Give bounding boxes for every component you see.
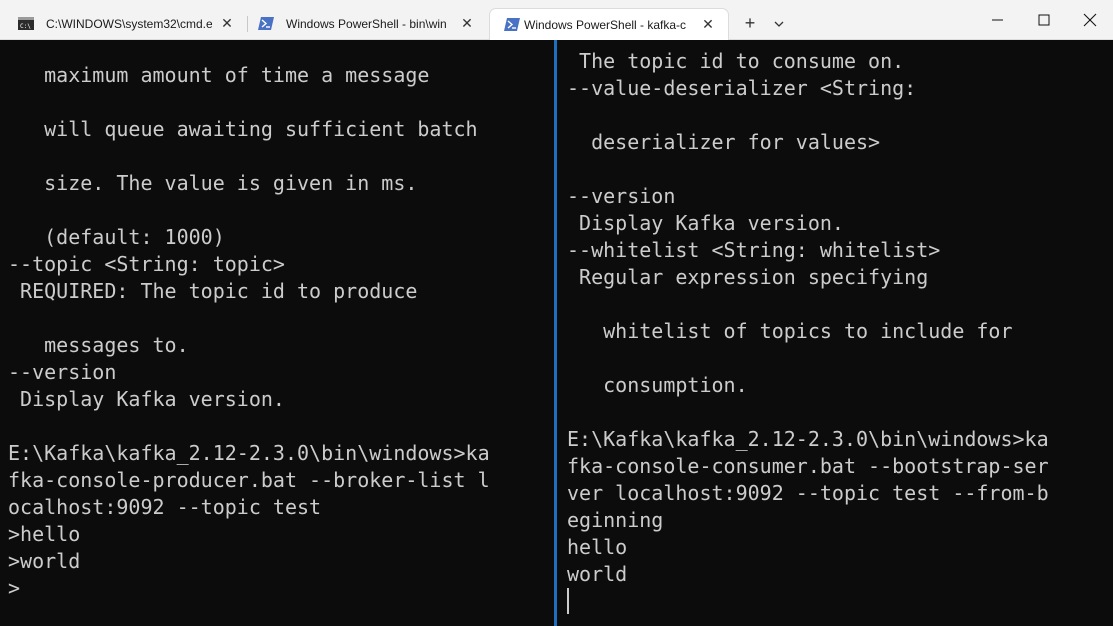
- new-tab-button[interactable]: +: [740, 14, 760, 34]
- chevron-down-icon[interactable]: [771, 16, 787, 32]
- terminal-line: ver localhost:9092 --topic test --from-b: [567, 481, 1049, 505]
- terminal-line: REQUIRED: The topic id to produce: [8, 279, 418, 303]
- close-tab-icon[interactable]: ✕: [458, 14, 476, 32]
- close-window-icon[interactable]: [1080, 10, 1100, 30]
- terminal-line: consumption.: [567, 373, 748, 397]
- cmd-icon: C:\: [18, 17, 34, 30]
- terminal-line: (default: 1000): [8, 225, 225, 249]
- tab-powershell-bin[interactable]: Windows PowerShell - bin\win ✕: [244, 8, 484, 40]
- tab-cmd[interactable]: C:\ C:\WINDOWS\system32\cmd.e ✕: [4, 8, 244, 40]
- terminal-line: E:\Kafka\kafka_2.12-2.3.0\bin\windows>ka: [8, 441, 490, 465]
- terminal-line: --version: [8, 360, 117, 384]
- tab-title: Windows PowerShell - bin\win: [286, 17, 447, 31]
- terminal-line: ocalhost:9092 --topic test: [8, 495, 322, 519]
- terminal-line: Display Kafka version.: [567, 211, 844, 235]
- terminal-line: --whitelist <String: whitelist>: [567, 238, 941, 262]
- close-tab-icon[interactable]: ✕: [218, 14, 236, 32]
- terminal-line: world: [567, 562, 628, 586]
- title-bar: C:\ C:\WINDOWS\system32\cmd.e ✕ Windows …: [0, 0, 1113, 40]
- terminal-line: deserializer for values>: [567, 130, 881, 154]
- close-tab-icon[interactable]: ✕: [699, 15, 717, 33]
- terminal-line: fka-console-producer.bat --broker-list l: [8, 468, 490, 492]
- terminal-line: >world: [8, 549, 81, 573]
- terminal-output: maximum amount of time a message will qu…: [8, 40, 490, 602]
- terminal-line: whitelist of topics to include for: [567, 319, 1013, 343]
- minimize-icon[interactable]: [988, 10, 1008, 30]
- terminal-pane-consumer[interactable]: The topic id to consume on. --value-dese…: [559, 40, 1113, 626]
- terminal-line: The topic id to consume on.: [567, 49, 905, 73]
- terminal-line: hello: [567, 535, 628, 559]
- terminal-line: will queue awaiting sufficient batch: [8, 117, 478, 141]
- terminal-line: size. The value is given in ms.: [8, 171, 418, 195]
- tab-title: Windows PowerShell - kafka-c: [524, 18, 687, 32]
- terminal-line: >hello: [8, 522, 81, 546]
- svg-text:C:\: C:\: [20, 23, 31, 30]
- terminal-line: Regular expression specifying: [567, 265, 929, 289]
- terminal-line: messages to.: [8, 333, 189, 357]
- text-cursor: [567, 588, 569, 614]
- terminal-output: The topic id to consume on. --value-dese…: [567, 48, 1049, 588]
- terminal-line: --value-deserializer <String:: [567, 76, 917, 100]
- pane-divider[interactable]: [554, 40, 557, 626]
- terminal-line: fka-console-consumer.bat --bootstrap-ser: [567, 454, 1049, 478]
- powershell-icon: [258, 17, 274, 30]
- terminal-line: Display Kafka version.: [8, 387, 285, 411]
- maximize-icon[interactable]: [1034, 10, 1054, 30]
- terminal-line: --topic <String: topic>: [8, 252, 285, 276]
- tab-powershell-kafka[interactable]: Windows PowerShell - kafka-c ✕: [489, 8, 729, 40]
- terminal-pane-producer[interactable]: maximum amount of time a message will qu…: [0, 40, 553, 626]
- terminal-prompt: >: [8, 576, 21, 600]
- tab-title: C:\WINDOWS\system32\cmd.e: [46, 17, 212, 31]
- terminal-line: --version: [567, 184, 676, 208]
- terminal-line: E:\Kafka\kafka_2.12-2.3.0\bin\windows>ka: [567, 427, 1049, 451]
- powershell-icon: [504, 18, 520, 31]
- terminal-line: maximum amount of time a message: [8, 63, 430, 87]
- terminal-line: eginning: [567, 508, 664, 532]
